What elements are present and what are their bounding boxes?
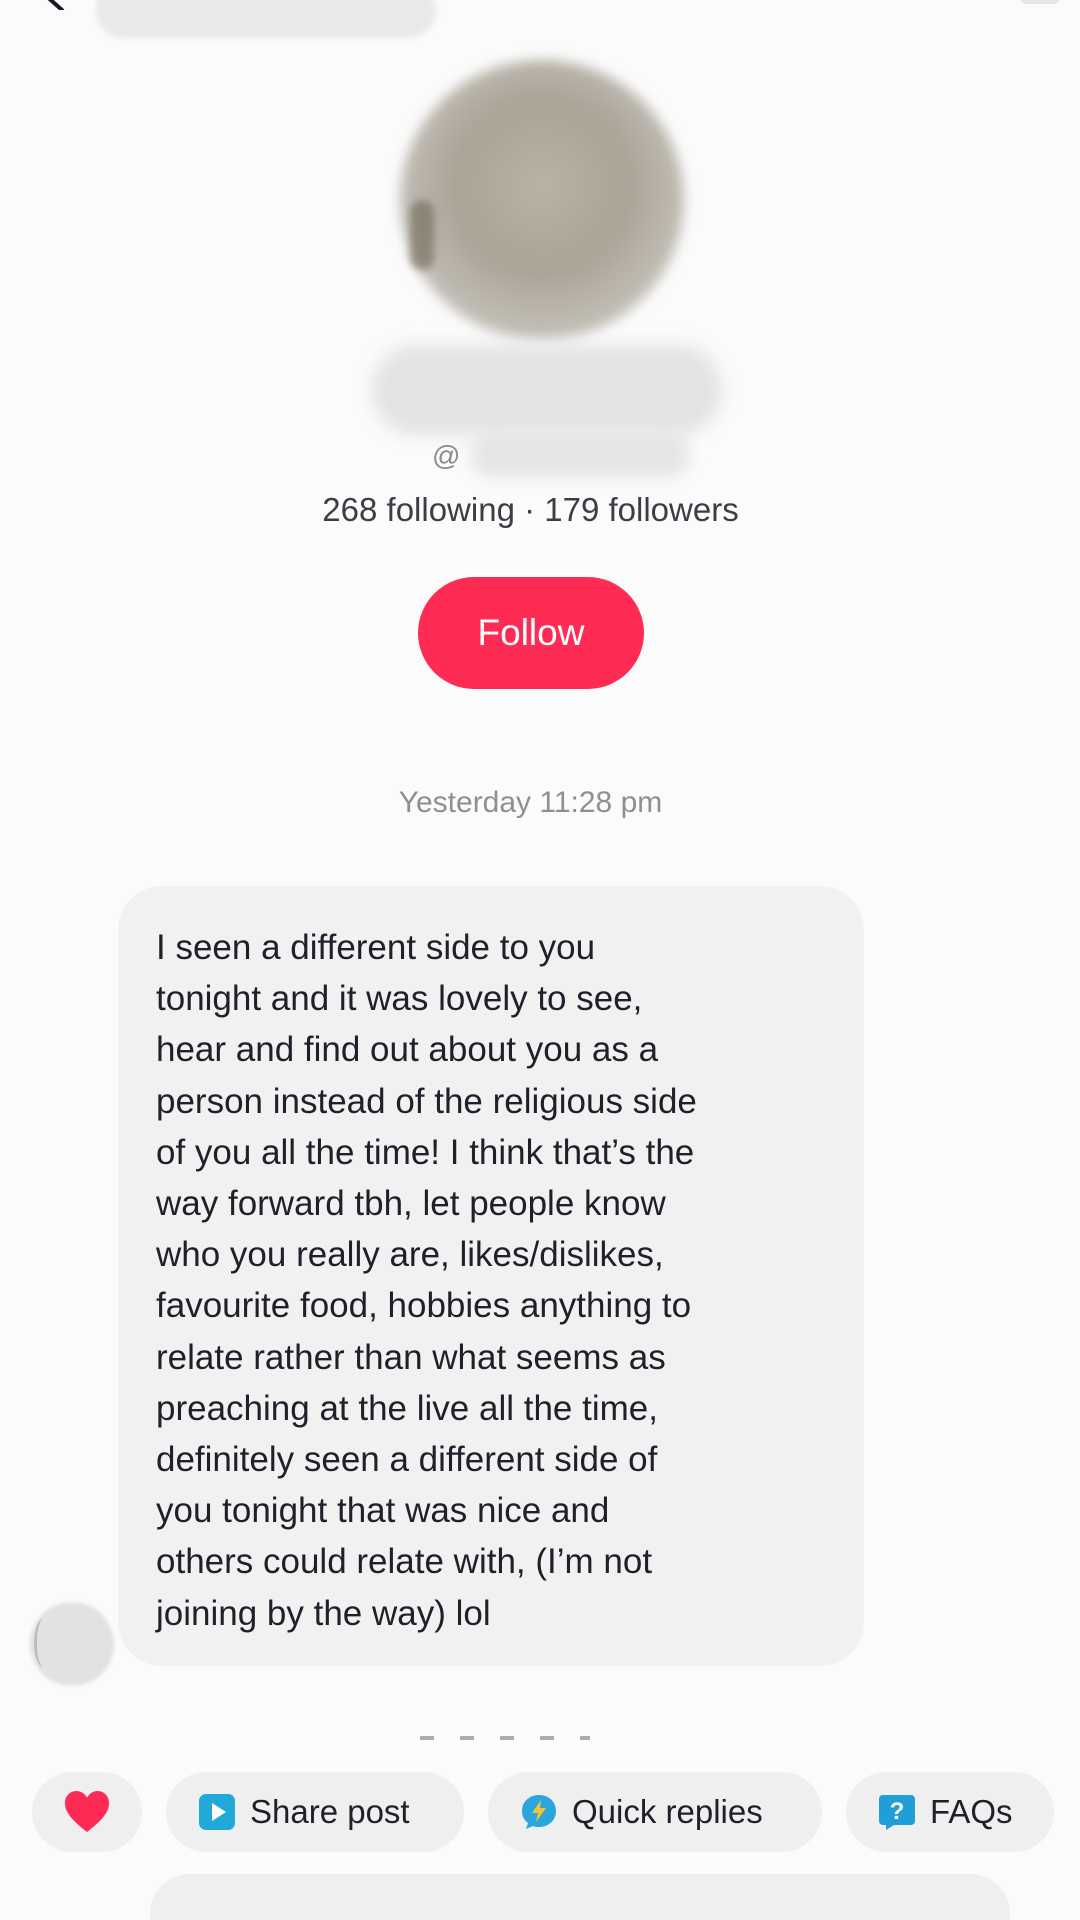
message-text: I seen a different side to you tonight a… — [156, 928, 697, 1633]
message-input-cropped[interactable] — [150, 1874, 1010, 1920]
message-timestamp: Yesterday 11:28 pm — [398, 786, 663, 819]
quick-replies-label: Quick replies — [572, 1793, 763, 1830]
quick-replies-button[interactable]: Quick replies — [488, 1772, 822, 1852]
play-icon — [198, 1793, 236, 1831]
lightning-icon — [520, 1793, 558, 1831]
follow-button[interactable]: Follow — [418, 577, 644, 689]
faqs-label: FAQs — [930, 1793, 1013, 1830]
share-post-label: Share post — [250, 1793, 410, 1830]
sender-avatar-detail — [34, 1618, 54, 1668]
chat-header-name[interactable] — [96, 0, 436, 38]
chevron-left-icon[interactable] — [34, 0, 74, 10]
message-bubble[interactable]: I seen a different side to you tonight a… — [118, 886, 864, 1666]
follow-stats: 268 following · 179 followers — [322, 491, 739, 528]
faqs-button[interactable]: ? FAQs — [846, 1772, 1054, 1852]
profile-name-redacted — [372, 345, 722, 435]
question-icon: ? — [878, 1793, 916, 1831]
chat-screen: @ 268 following · 179 followers Follow Y… — [0, 0, 1080, 1920]
heart-icon — [65, 1791, 109, 1832]
profile-handle-redacted — [470, 430, 690, 478]
profile-handle: @ — [432, 440, 461, 471]
more-options-icon[interactable] — [1020, 0, 1060, 4]
next-timestamp-cropped — [420, 1736, 590, 1740]
svg-text:?: ? — [890, 1798, 905, 1825]
heart-button[interactable] — [32, 1772, 142, 1852]
share-post-button[interactable]: Share post — [166, 1772, 464, 1852]
profile-avatar[interactable] — [400, 60, 684, 340]
quick-actions-bar: Share post Quick replies ? FAQs — [0, 1772, 1080, 1852]
profile-avatar-detail — [410, 200, 434, 270]
